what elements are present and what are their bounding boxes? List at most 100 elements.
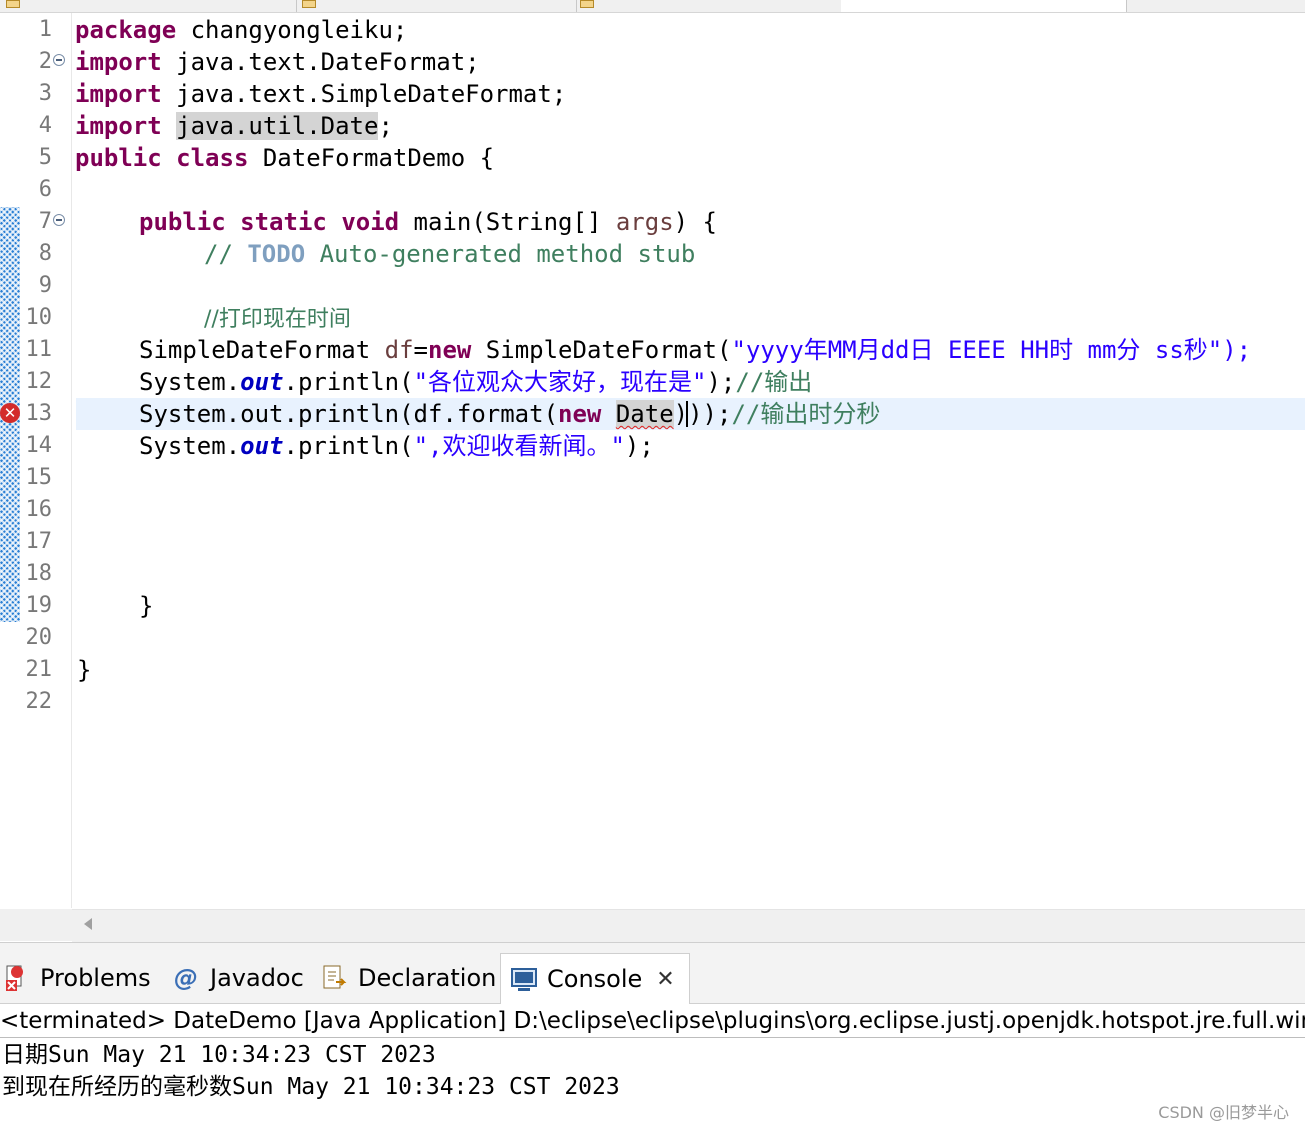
code-text: .println( <box>283 368 414 396</box>
line-number: 12 <box>25 369 53 394</box>
console-process-label: <terminated> DateDemo [Java Application]… <box>0 1005 1305 1038</box>
code-text: java.text.DateFormat; <box>161 48 480 76</box>
closing-brace: } <box>77 656 92 684</box>
keyword: class <box>176 144 249 172</box>
error-marker-icon[interactable]: ✕ <box>0 403 20 423</box>
comment: //输出时分秒 <box>731 400 881 428</box>
code-text: System.out.println(df.format( <box>139 400 559 428</box>
static-field: out <box>240 432 284 460</box>
tab-label: Console <box>547 965 643 993</box>
tab-label: Javadoc <box>210 964 304 992</box>
console-output-line: 日期Sun May 21 10:34:23 CST 2023 <box>2 1042 436 1068</box>
code-text: SimpleDateFormat( <box>471 336 732 364</box>
editor-tab[interactable] <box>296 0 577 12</box>
parameter-name: args <box>615 208 674 236</box>
javadoc-icon: @ <box>174 964 198 992</box>
code-text: ); <box>706 368 736 396</box>
code-line-1: package changyongleiku; <box>75 14 407 46</box>
fold-collapse-icon[interactable] <box>53 54 65 66</box>
code-text: ) { <box>673 208 718 236</box>
line-number: 8 <box>38 241 52 266</box>
tab-problems[interactable]: Problems <box>4 953 151 1003</box>
scrollbar-corner <box>0 909 72 941</box>
view-tab-bar: Problems @ Javadoc Declaration Console ✕ <box>0 943 1305 1004</box>
string-literal: "各位观众大家好，现在是" <box>413 368 707 396</box>
keyword: void <box>341 208 400 236</box>
keyword: static <box>240 208 327 236</box>
tab-label: Declaration <box>358 964 497 992</box>
unresolved-type-error[interactable]: Date <box>615 400 674 428</box>
editor-tab-strip <box>0 0 1305 13</box>
console-output-line: 到现在所经历的毫秒数Sun May 21 10:34:23 CST 2023 <box>2 1074 620 1100</box>
code-line-5: public class DateFormatDemo { <box>75 142 494 174</box>
code-line-3: import java.text.SimpleDateFormat; <box>75 78 566 110</box>
code-text: .println( <box>283 432 414 460</box>
keyword: public <box>139 208 226 236</box>
string-literal: "yyyy年MM月dd日 EEEE HH时 mm分 ss秒"); <box>731 336 1252 364</box>
close-icon[interactable]: ✕ <box>656 967 674 992</box>
code-text: System. <box>139 368 241 396</box>
tab-declaration[interactable]: Declaration <box>322 953 496 1003</box>
code-line-12: System.out.println("各位观众大家好，现在是");//输出 <box>139 366 812 398</box>
code-text: changyongleiku; <box>176 16 408 44</box>
code-text: ))); <box>673 400 732 428</box>
bottom-view-stack: Problems @ Javadoc Declaration Console ✕… <box>0 942 1305 1132</box>
editor-tab[interactable] <box>0 0 297 12</box>
code-text: ; <box>378 112 393 140</box>
comment: //打印现在时间 <box>204 307 351 332</box>
code-line-2: import java.text.DateFormat; <box>75 46 480 78</box>
code-text: = <box>413 336 428 364</box>
todo-tag: TODO <box>247 240 306 268</box>
line-number: 4 <box>38 113 52 138</box>
declaration-icon <box>322 964 348 992</box>
line-number: 22 <box>25 689 53 714</box>
scroll-left-arrow-icon[interactable] <box>84 918 92 930</box>
code-line-14: System.out.println(",欢迎收看新闻。"); <box>139 430 654 462</box>
text-caret <box>686 401 688 427</box>
line-number: 20 <box>25 625 53 650</box>
comment: Auto-generated method stub <box>305 240 696 268</box>
code-line-21: } <box>77 654 91 686</box>
keyword: import <box>75 80 162 108</box>
code-text: System. <box>139 432 241 460</box>
watermark: CSDN @旧梦半心 <box>1158 1103 1289 1122</box>
line-number: 13 <box>25 401 53 426</box>
code-text: DateFormatDemo { <box>248 144 495 172</box>
keyword: import <box>75 48 162 76</box>
line-number: 21 <box>25 657 53 682</box>
line-number: 7 <box>38 209 52 234</box>
console-icon <box>511 965 537 993</box>
tab-javadoc[interactable]: @ Javadoc <box>174 953 304 1003</box>
code-text: java.text.SimpleDateFormat; <box>161 80 567 108</box>
fold-collapse-icon[interactable] <box>53 214 65 226</box>
tab-label: Problems <box>40 964 151 992</box>
horizontal-scrollbar[interactable] <box>72 909 1305 942</box>
occurrence-highlight: java.util.Date <box>176 112 379 140</box>
code-line-7: public static void main(String[] args) { <box>139 206 717 238</box>
code-text: main(String[] <box>399 208 616 236</box>
keyword: new <box>558 400 602 428</box>
code-line-11: SimpleDateFormat df=new SimpleDateFormat… <box>139 334 1251 366</box>
line-number: 16 <box>25 497 53 522</box>
line-number: 3 <box>38 81 52 106</box>
editor-tab[interactable] <box>576 0 842 12</box>
keyword: package <box>75 16 177 44</box>
line-number: 11 <box>25 337 53 362</box>
line-number: 18 <box>25 561 53 586</box>
comment: //输出 <box>735 368 813 396</box>
line-number: 19 <box>25 593 53 618</box>
line-number: 14 <box>25 433 53 458</box>
editor-tab-active[interactable] <box>841 0 1127 12</box>
keyword: public <box>75 144 162 172</box>
comment: // <box>204 240 248 268</box>
code-line-10: //打印现在时间 <box>204 302 351 334</box>
tab-console[interactable]: Console ✕ <box>500 953 690 1004</box>
keyword: import <box>75 112 162 140</box>
static-field: out <box>240 368 284 396</box>
code-line-19: } <box>139 590 153 622</box>
line-number: 5 <box>38 145 52 170</box>
code-text: SimpleDateFormat <box>139 336 385 364</box>
line-number: 6 <box>38 177 52 202</box>
line-number: 1 <box>38 17 52 42</box>
code-line-8: // TODO Auto-generated method stub <box>204 238 695 270</box>
